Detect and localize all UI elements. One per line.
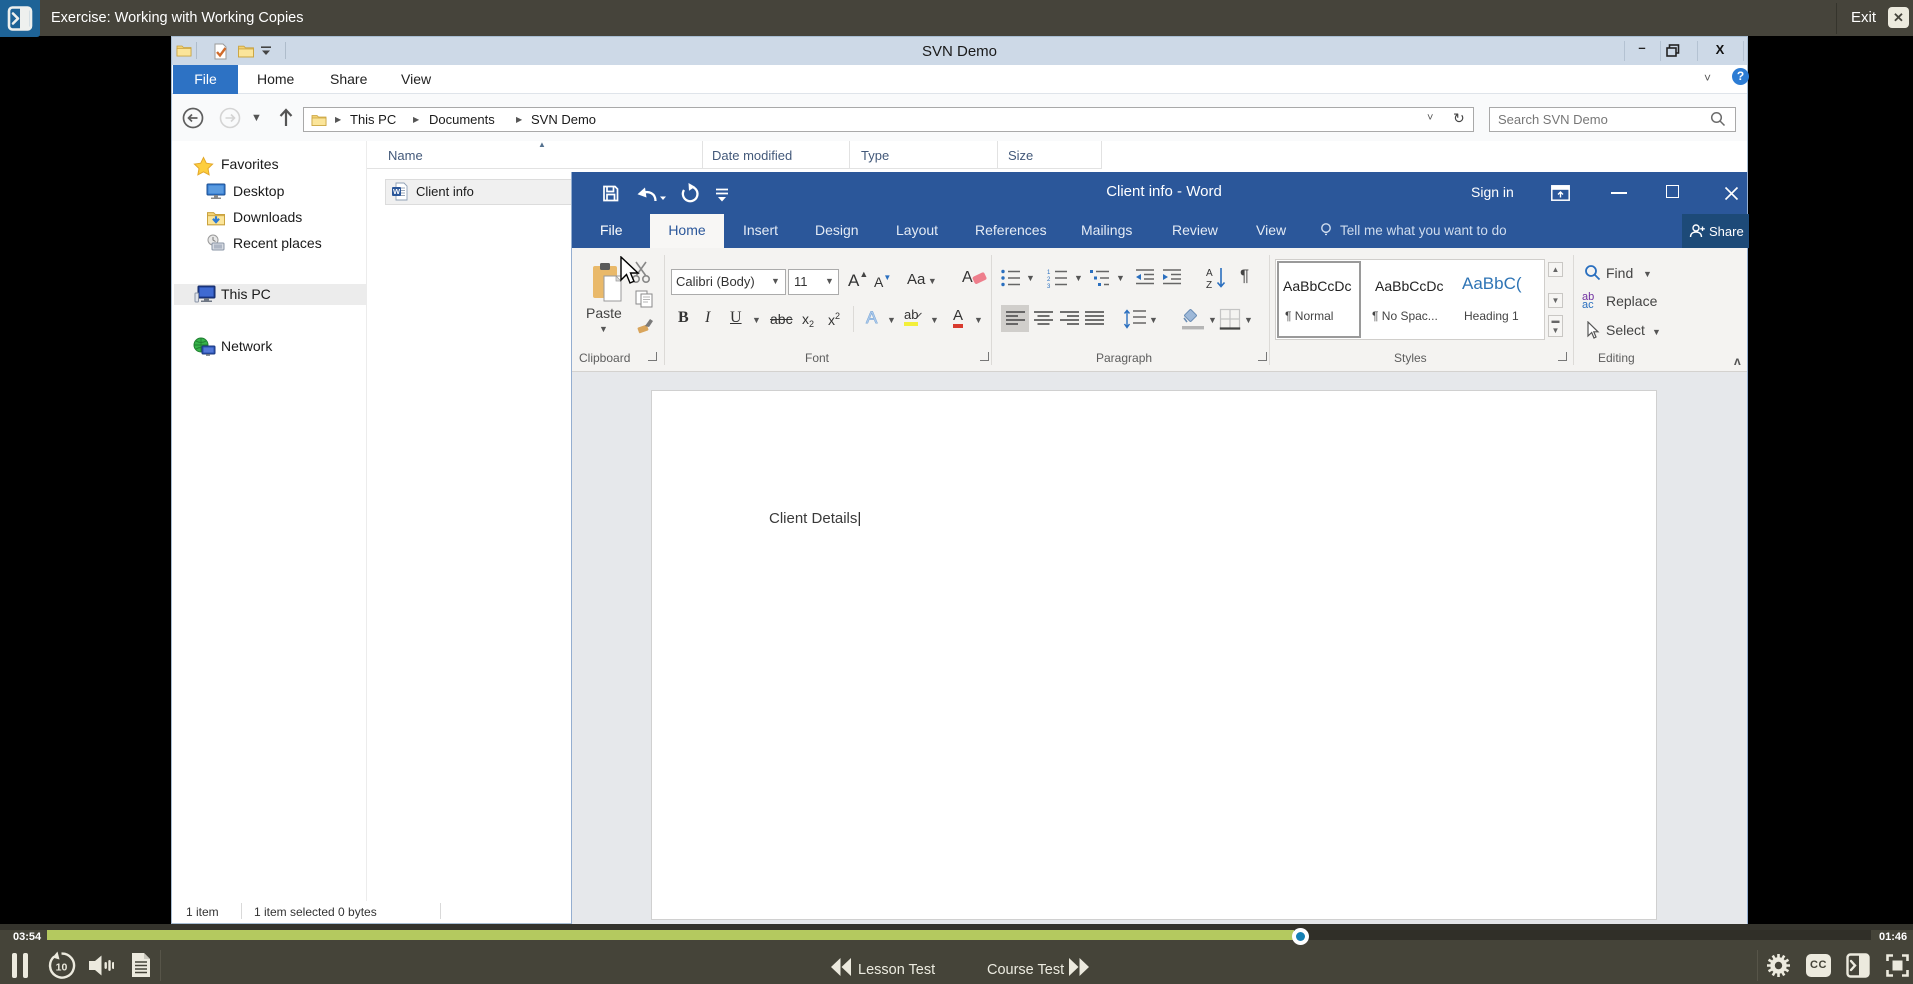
svg-text:A: A — [1206, 268, 1213, 279]
svg-text:3: 3 — [1047, 284, 1051, 288]
svg-text:1: 1 — [1047, 270, 1051, 276]
svg-text:2: 2 — [1047, 277, 1051, 283]
svg-text:10: 10 — [56, 962, 68, 974]
svg-text:Z: Z — [1206, 280, 1212, 290]
svg-text:W: W — [393, 187, 401, 196]
